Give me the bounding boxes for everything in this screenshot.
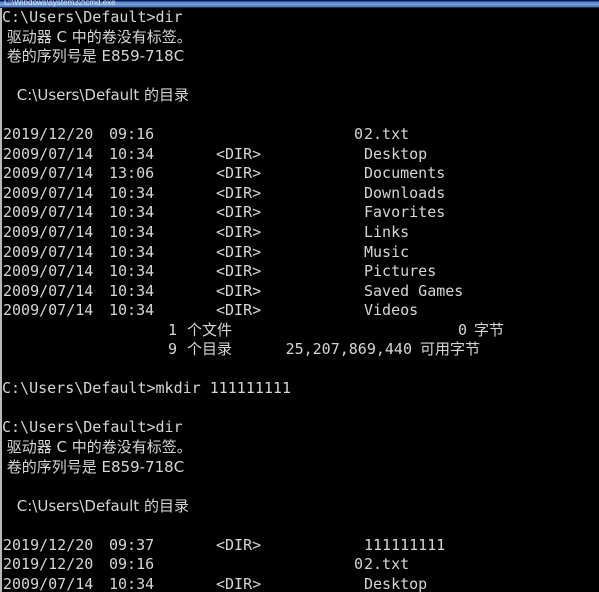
row-time: 10:34 <box>109 242 155 261</box>
row-filename: Desktop <box>364 144 428 163</box>
row-dir-marker: <DIR> <box>216 574 262 592</box>
row-filename: Documents <box>364 164 446 183</box>
row-time: 10:34 <box>109 183 155 202</box>
row-time: 10:34 <box>109 281 155 300</box>
row-date: 2009/07/14 <box>3 203 94 222</box>
directory-of-line-2: C:\Users\Default 的目录 <box>12 496 189 515</box>
listing-row: 2019/12/20 09:16 0 2.txt <box>2 125 599 145</box>
row-filename: Videos <box>364 301 419 320</box>
dir-count-label: 个目录 <box>187 340 233 359</box>
file-count: 1 <box>167 320 177 339</box>
row-dir-marker: <DIR> <box>216 242 262 261</box>
listing-row: 2009/07/14 10:34 <DIR> Music <box>2 243 599 263</box>
summary-dirs-line: 9 个目录 25,207,869,440 可用字节 <box>2 340 599 360</box>
row-filename: 111111111 <box>364 535 446 554</box>
volume-label-line-2: 驱动器 C 中的卷没有标签。 <box>2 438 192 457</box>
listing-row: 2009/07/14 10:34 <DIR> Pictures <box>2 262 599 282</box>
summary-files-line: 1 个文件 0 字节 <box>2 321 599 341</box>
row-date: 2019/12/20 <box>3 125 94 144</box>
row-time: 09:16 <box>109 555 155 574</box>
row-filename: Desktop <box>364 574 428 592</box>
listing-row: 2009/07/14 10:34 <DIR> Desktop <box>2 575 599 592</box>
row-date: 2009/07/14 <box>3 301 94 320</box>
row-time: 10:34 <box>109 223 155 242</box>
row-time: 10:34 <box>109 144 155 163</box>
row-filename: Links <box>364 223 410 242</box>
row-time: 13:06 <box>109 164 155 183</box>
row-date: 2019/12/20 <box>3 535 94 554</box>
listing-row: 2009/07/14 10:34 <DIR> Favorites <box>2 203 599 223</box>
row-dir-marker: <DIR> <box>216 535 262 554</box>
row-date: 2009/07/14 <box>3 574 94 592</box>
row-filename: Favorites <box>364 203 446 222</box>
row-date: 2009/07/14 <box>3 223 94 242</box>
row-time: 10:34 <box>109 301 155 320</box>
row-time: 09:16 <box>109 125 155 144</box>
directory-listing-2: 2019/12/20 09:37 <DIR> 111111111 2019/12… <box>2 536 599 592</box>
directory-listing-1: 2019/12/20 09:16 0 2.txt 2009/07/14 10:3… <box>2 125 599 320</box>
row-size: 0 <box>353 125 363 144</box>
free-bytes: 25,207,869,440 <box>285 340 412 359</box>
row-filename: Music <box>364 242 410 261</box>
volume-label-line-1: 驱动器 C 中的卷没有标签。 <box>2 27 192 46</box>
window-title-bar[interactable]: C:\Windows\system32\cmd.exe <box>0 0 599 8</box>
row-filename: 2.txt <box>364 555 410 574</box>
volume-serial-line-1: 卷的序列号是 E859-718C <box>2 47 185 66</box>
row-time: 10:34 <box>109 203 155 222</box>
row-size: 0 <box>353 555 363 574</box>
listing-row: 2019/12/20 09:16 0 2.txt <box>2 555 599 575</box>
listing-row: 2009/07/14 10:34 <DIR> Links <box>2 223 599 243</box>
row-dir-marker: <DIR> <box>216 164 262 183</box>
row-time: 10:34 <box>109 574 155 592</box>
row-dir-marker: <DIR> <box>216 144 262 163</box>
listing-row: 2009/07/14 13:06 <DIR> Documents <box>2 164 599 184</box>
listing-row: 2009/07/14 10:34 <DIR> Videos <box>2 301 599 321</box>
row-time: 09:37 <box>109 535 155 554</box>
window-title-text: C:\Windows\system32\cmd.exe <box>4 0 116 7</box>
row-time: 10:34 <box>109 262 155 281</box>
prompt-line-dir-2: C:\Users\Default>dir <box>2 418 183 437</box>
prompt-line-mkdir: C:\Users\Default>mkdir 111111111 <box>2 379 291 398</box>
command-prompt-window[interactable]: C:\Windows\system32\cmd.exe C:\Users\Def… <box>0 0 599 592</box>
listing-row: 2009/07/14 10:34 <DIR> Saved Games <box>2 282 599 302</box>
prompt-line-dir-1: C:\Users\Default>dir <box>2 8 183 26</box>
bytes-unit-label: 字节 <box>474 320 505 339</box>
row-date: 2009/07/14 <box>3 164 94 183</box>
row-date: 2009/07/14 <box>3 262 94 281</box>
row-filename: Downloads <box>364 183 446 202</box>
row-dir-marker: <DIR> <box>216 203 262 222</box>
row-filename: Saved Games <box>364 281 464 300</box>
row-dir-marker: <DIR> <box>216 281 262 300</box>
listing-row: 2009/07/14 10:34 <DIR> Downloads <box>2 184 599 204</box>
row-date: 2019/12/20 <box>3 555 94 574</box>
free-bytes-unit-label: 可用字节 <box>420 340 481 359</box>
volume-serial-line-2: 卷的序列号是 E859-718C <box>2 457 185 476</box>
file-count-label: 个文件 <box>187 320 233 339</box>
listing-row: 2009/07/14 10:34 <DIR> Desktop <box>2 145 599 165</box>
row-filename: Pictures <box>364 262 437 281</box>
terminal-output-area[interactable]: C:\Users\Default>dir 驱动器 C 中的卷没有标签。 卷的序列… <box>2 8 599 592</box>
row-dir-marker: <DIR> <box>216 223 262 242</box>
row-date: 2009/07/14 <box>3 281 94 300</box>
row-date: 2009/07/14 <box>3 144 94 163</box>
listing-row: 2019/12/20 09:37 <DIR> 111111111 <box>2 536 599 556</box>
row-dir-marker: <DIR> <box>216 183 262 202</box>
dir-count: 9 <box>167 340 177 359</box>
row-dir-marker: <DIR> <box>216 301 262 320</box>
directory-of-line-1: C:\Users\Default 的目录 <box>12 86 189 105</box>
row-filename: 2.txt <box>364 125 410 144</box>
row-date: 2009/07/14 <box>3 242 94 261</box>
row-dir-marker: <DIR> <box>216 262 262 281</box>
row-date: 2009/07/14 <box>3 183 94 202</box>
total-bytes: 0 <box>457 320 467 339</box>
